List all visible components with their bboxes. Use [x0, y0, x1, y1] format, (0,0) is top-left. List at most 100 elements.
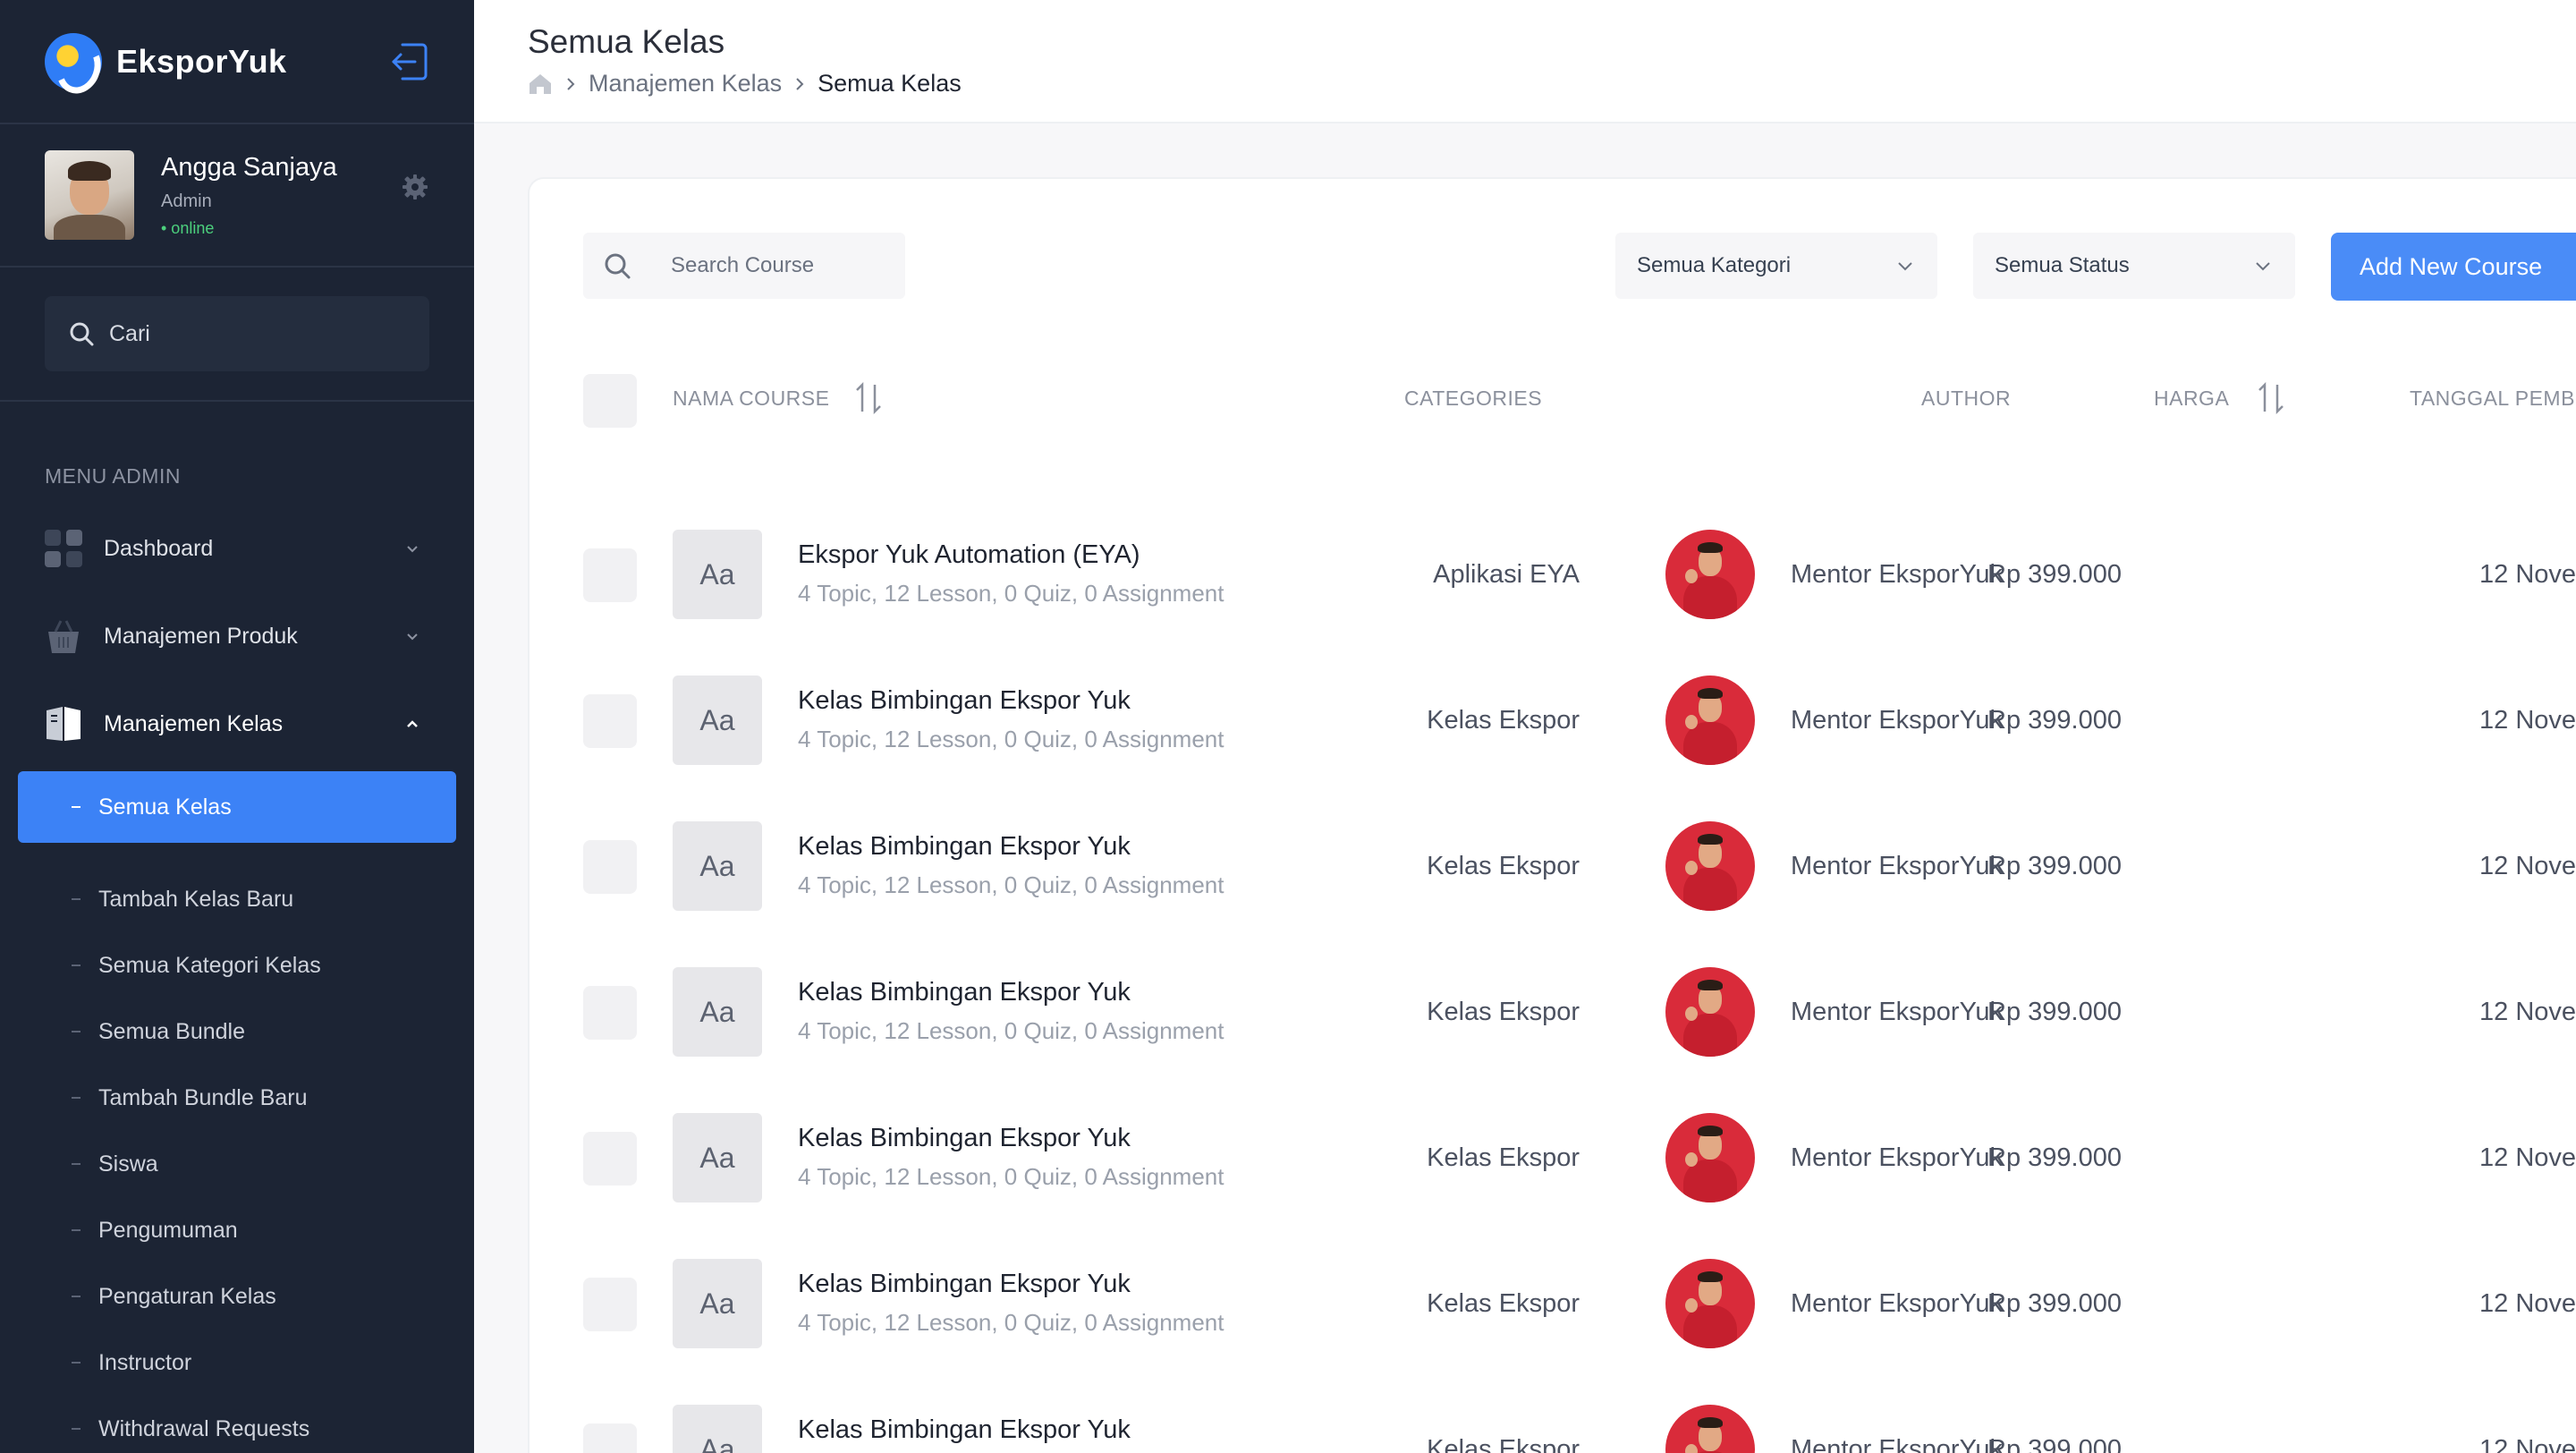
submenu-item[interactable]: Pengaturan Kelas	[0, 1263, 474, 1330]
search-icon	[70, 322, 94, 346]
course-category: Kelas Ekspor	[1427, 706, 1580, 735]
brand-header: EksporYuk	[0, 0, 474, 124]
brand-logo-icon[interactable]	[45, 32, 102, 90]
gear-icon[interactable]	[401, 173, 429, 201]
row-checkbox[interactable]	[583, 840, 637, 894]
row-checkbox[interactable]	[583, 1132, 637, 1185]
submenu-item[interactable]: Semua Kategori Kelas	[0, 932, 474, 998]
category-select-value: Semua Kategori	[1637, 253, 1792, 277]
select-all-checkbox[interactable]	[583, 374, 637, 428]
profile-card: Angga Sanjaya Admin • online	[0, 124, 474, 268]
course-meta: 4 Topic, 12 Lesson, 0 Quiz, 0 Assignment	[798, 1163, 1224, 1190]
row-checkbox[interactable]	[583, 548, 637, 602]
course-price: Rp 399.000	[1987, 1289, 2122, 1318]
chevron-right-icon	[567, 77, 575, 90]
submenu-label: Semua Bundle	[98, 1018, 246, 1044]
table-row[interactable]: Aa Ekspor Yuk Automation (EYA) 4 Topic, 12…	[530, 501, 2576, 646]
sort-icon[interactable]	[853, 381, 884, 415]
course-date: 12 Nove	[2479, 852, 2576, 880]
submenu-item[interactable]: Semua Bundle	[0, 998, 474, 1065]
course-category: Kelas Ekspor	[1427, 852, 1580, 880]
course-title[interactable]: Ekspor Yuk Automation (EYA)	[798, 540, 1140, 570]
brand-name: EksporYuk	[116, 42, 287, 80]
author-avatar	[1665, 1113, 1755, 1202]
submenu-label: Instructor	[98, 1349, 192, 1375]
row-checkbox[interactable]	[583, 1423, 637, 1453]
author-name: Mentor EksporYuk	[1791, 998, 2003, 1026]
course-price: Rp 399.000	[1987, 998, 2122, 1026]
status-select-value: Semua Status	[1995, 253, 2130, 277]
online-status: • online	[161, 218, 215, 237]
submenu-item[interactable]: Instructor	[0, 1330, 474, 1396]
search-course-input[interactable]: Search Course	[583, 233, 905, 299]
course-title[interactable]: Kelas Bimbingan Ekspor Yuk	[798, 1270, 1131, 1299]
submenu-label: Pengaturan Kelas	[98, 1283, 276, 1309]
chevron-down-icon	[407, 546, 418, 553]
home-icon[interactable]	[528, 72, 553, 96]
sidebar-item-label: Manajemen Kelas	[104, 710, 284, 736]
basket-icon	[48, 620, 79, 653]
author-avatar	[1665, 1405, 1755, 1453]
submenu-item[interactable]: Siswa	[0, 1131, 474, 1197]
breadcrumb-item[interactable]: Manajemen Kelas	[589, 70, 782, 98]
author-name: Mentor EksporYuk	[1791, 1143, 2003, 1172]
table-row[interactable]: AaKelas Bimbingan Ekspor Yuk4 Topic, 12 …	[530, 1084, 2576, 1229]
author-name: Mentor EksporYuk	[1791, 852, 2003, 880]
column-header-tanggal: TANGGAL PEMB	[2410, 387, 2575, 410]
table-header: NAMA COURSE CATEGORIES AUTHOR HARGA TANG…	[530, 374, 2576, 428]
sidebar-search-input[interactable]: Cari	[45, 296, 429, 371]
submenu-label: Pengumuman	[98, 1217, 238, 1243]
course-date: 12 Nove	[2479, 1143, 2576, 1172]
submenu-item-semua-kelas[interactable]: Semua Kelas	[18, 771, 456, 843]
author-avatar	[1665, 676, 1755, 765]
row-checkbox[interactable]	[583, 694, 637, 748]
sidebar-item-manajemen-kelas[interactable]: Manajemen Kelas	[0, 680, 474, 768]
sidebar: EksporYuk Angga Sanjaya Admin • online C…	[0, 0, 474, 1453]
course-category: Aplikasi EYA	[1433, 560, 1580, 589]
table-row[interactable]: AaKelas Bimbingan Ekspor Yuk4 Topic, 12 …	[530, 647, 2576, 792]
profile-role: Admin	[161, 191, 212, 211]
course-title[interactable]: Kelas Bimbingan Ekspor Yuk	[798, 686, 1131, 716]
table-row[interactable]: AaKelas Bimbingan Ekspor Yuk4 Topic, 12 …	[530, 939, 2576, 1083]
course-thumbnail: Aa	[673, 967, 762, 1057]
course-date: 12 Nove	[2479, 706, 2576, 735]
chevron-down-icon	[2256, 262, 2270, 271]
course-title[interactable]: Kelas Bimbingan Ekspor Yuk	[798, 1415, 1131, 1445]
author-avatar	[1665, 530, 1755, 619]
course-category: Kelas Ekspor	[1427, 1143, 1580, 1172]
chevron-up-icon	[407, 720, 418, 727]
sort-icon[interactable]	[2256, 381, 2286, 415]
sidebar-item-manajemen-produk[interactable]: Manajemen Produk	[0, 592, 474, 680]
submenu-label: Semua Kategori Kelas	[98, 952, 321, 978]
course-title[interactable]: Kelas Bimbingan Ekspor Yuk	[798, 978, 1131, 1007]
row-checkbox[interactable]	[583, 986, 637, 1040]
page-title: Semua Kelas	[528, 23, 725, 60]
submenu-item[interactable]: Pengumuman	[0, 1197, 474, 1263]
status-select[interactable]: Semua Status	[1973, 233, 2295, 299]
course-thumbnail: Aa	[673, 821, 762, 911]
row-checkbox[interactable]	[583, 1278, 637, 1331]
column-header-nama-course: NAMA COURSE	[673, 387, 830, 410]
course-title[interactable]: Kelas Bimbingan Ekspor Yuk	[798, 1124, 1131, 1153]
course-meta: 4 Topic, 12 Lesson, 0 Quiz, 0 Assignment	[798, 871, 1224, 898]
logout-icon[interactable]	[390, 41, 429, 82]
sidebar-item-dashboard[interactable]: Dashboard	[0, 505, 474, 592]
author-avatar	[1665, 967, 1755, 1057]
table-row[interactable]: AaKelas Bimbingan Ekspor Yuk4 Topic, 12 …	[530, 1230, 2576, 1375]
course-title[interactable]: Kelas Bimbingan Ekspor Yuk	[798, 832, 1131, 862]
table-row[interactable]: AaKelas Bimbingan Ekspor Yuk4 Topic, 12 …	[530, 1376, 2576, 1453]
avatar[interactable]	[45, 150, 134, 240]
book-icon	[47, 707, 80, 741]
menu-heading: MENU ADMIN	[45, 464, 181, 488]
sidebar-item-label: Manajemen Produk	[104, 623, 298, 649]
column-header-harga: HARGA	[2154, 387, 2230, 410]
submenu-item[interactable]: Tambah Kelas Baru	[0, 866, 474, 932]
table-row[interactable]: Aa Kelas Bimbingan Ekspor Yuk 4 Topic, 12 …	[530, 793, 2576, 938]
course-category: Kelas Ekspor	[1427, 1289, 1580, 1318]
submenu-item[interactable]: Tambah Bundle Baru	[0, 1065, 474, 1131]
add-new-course-button[interactable]: Add New Course	[2331, 233, 2576, 301]
sidebar-item-label: Dashboard	[104, 535, 214, 561]
category-select[interactable]: Semua Kategori	[1615, 233, 1937, 299]
profile-name: Angga Sanjaya	[161, 152, 337, 182]
submenu-item[interactable]: Withdrawal Requests	[0, 1396, 474, 1453]
